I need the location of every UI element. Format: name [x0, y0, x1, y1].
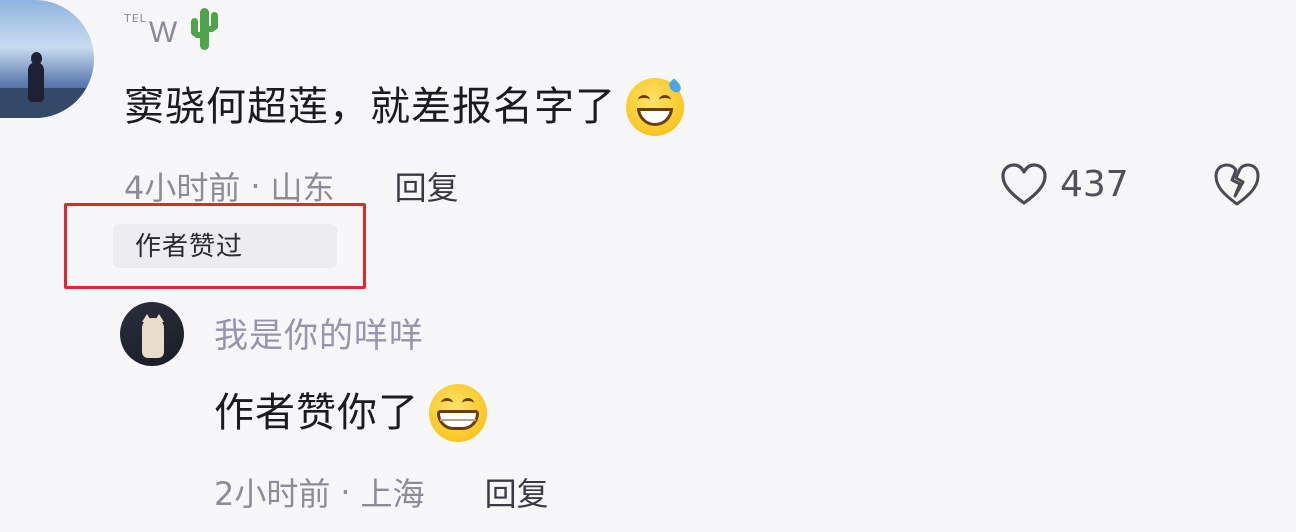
comment-meta: 4小时前 · 山东 回复 [124, 164, 459, 208]
username-text: W [148, 16, 178, 49]
avatar-horizon [0, 88, 94, 118]
reply-meta: 2小时前 · 上海 回复 [214, 470, 549, 514]
reply-username[interactable]: 我是你的咩咩 [214, 314, 424, 358]
grinning-sweat-icon [626, 78, 684, 136]
grinning-face-icon [429, 384, 487, 442]
comment-text-content: 窦骁何超莲，就差报名字了 [124, 84, 616, 130]
reply-location: 上海 [360, 475, 425, 513]
dislike-button[interactable] [1212, 160, 1262, 208]
username-prefix: TEL [124, 12, 147, 25]
reply-avatar[interactable] [120, 302, 184, 366]
reply-time: 2小时前 [214, 475, 331, 513]
heart-icon [1001, 163, 1047, 205]
avatar-cat [142, 318, 164, 358]
comment-thread: TEL W 窦骁何超莲，就差报名字了 4小时前 · 山东 回复 437 作者赞过… [0, 0, 1296, 532]
meta-separator: · [250, 167, 261, 205]
reply-text-content: 作者赞你了 [214, 390, 419, 436]
meta-separator: · [340, 473, 351, 511]
cactus-icon [189, 6, 219, 50]
reply-button[interactable]: 回复 [395, 163, 459, 209]
avatar-figure [28, 62, 44, 102]
comment-text: 窦骁何超莲，就差报名字了 [124, 78, 684, 136]
author-liked-highlight: 作者赞过 [64, 203, 366, 289]
like-count: 437 [1060, 163, 1129, 205]
comment-username[interactable]: TEL W [124, 6, 219, 50]
like-button[interactable]: 437 [1000, 160, 1129, 208]
avatar[interactable] [0, 0, 94, 118]
broken-heart-icon [1214, 163, 1260, 206]
author-liked-label: 作者赞过 [135, 232, 244, 262]
reply-text: 作者赞你了 [214, 384, 487, 442]
reply-reply-button[interactable]: 回复 [485, 469, 549, 515]
